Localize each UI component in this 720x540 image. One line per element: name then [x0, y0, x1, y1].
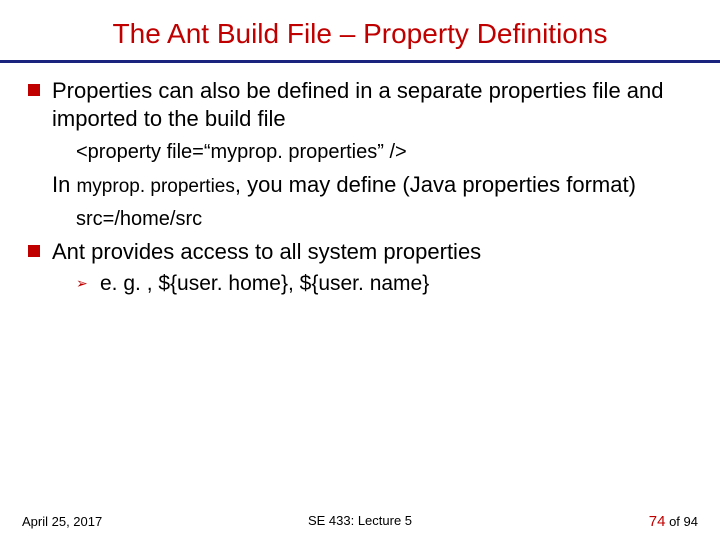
slide: The Ant Build File – Property Definition…	[0, 0, 720, 540]
footer-page: 74 of 94	[649, 513, 698, 530]
footer: April 25, 2017 SE 433: Lecture 5 74 of 9…	[0, 513, 720, 530]
title-rule	[0, 60, 720, 63]
line2-mono: myprop. properties	[76, 176, 234, 197]
slide-body: Properties can also be defined in a sepa…	[28, 77, 692, 298]
square-bullet-icon	[28, 245, 40, 257]
bullet-1: Properties can also be defined in a sepa…	[28, 77, 692, 132]
bullet-2-sub: ➢ e. g. , ${user. home}, ${user. name}	[28, 271, 692, 297]
bullet-1-code2: src=/home/src	[28, 207, 692, 232]
line2-a: In	[52, 172, 76, 197]
bullet-1-text: Properties can also be defined in a sepa…	[52, 78, 664, 131]
page-of: of 94	[665, 514, 698, 529]
code-line-2: src=/home/src	[76, 208, 202, 230]
chevron-icon: ➢	[76, 275, 88, 293]
square-bullet-icon	[28, 84, 40, 96]
bullet-1-code: <property file=“myprop. properties” />	[28, 140, 692, 165]
bullet-2-sub-text: e. g. , ${user. home}, ${user. name}	[100, 272, 429, 295]
line2-b: , you may define (Java properties format…	[235, 172, 636, 197]
bullet-1-line2: In myprop. properties, you may define (J…	[28, 171, 692, 199]
code-line-1: <property file=“myprop. properties” />	[76, 141, 407, 163]
page-current: 74	[649, 513, 666, 530]
bullet-2: Ant provides access to all system proper…	[28, 238, 692, 266]
footer-course: SE 433: Lecture 5	[0, 513, 720, 528]
slide-title: The Ant Build File – Property Definition…	[28, 12, 692, 60]
bullet-2-text: Ant provides access to all system proper…	[52, 239, 481, 264]
